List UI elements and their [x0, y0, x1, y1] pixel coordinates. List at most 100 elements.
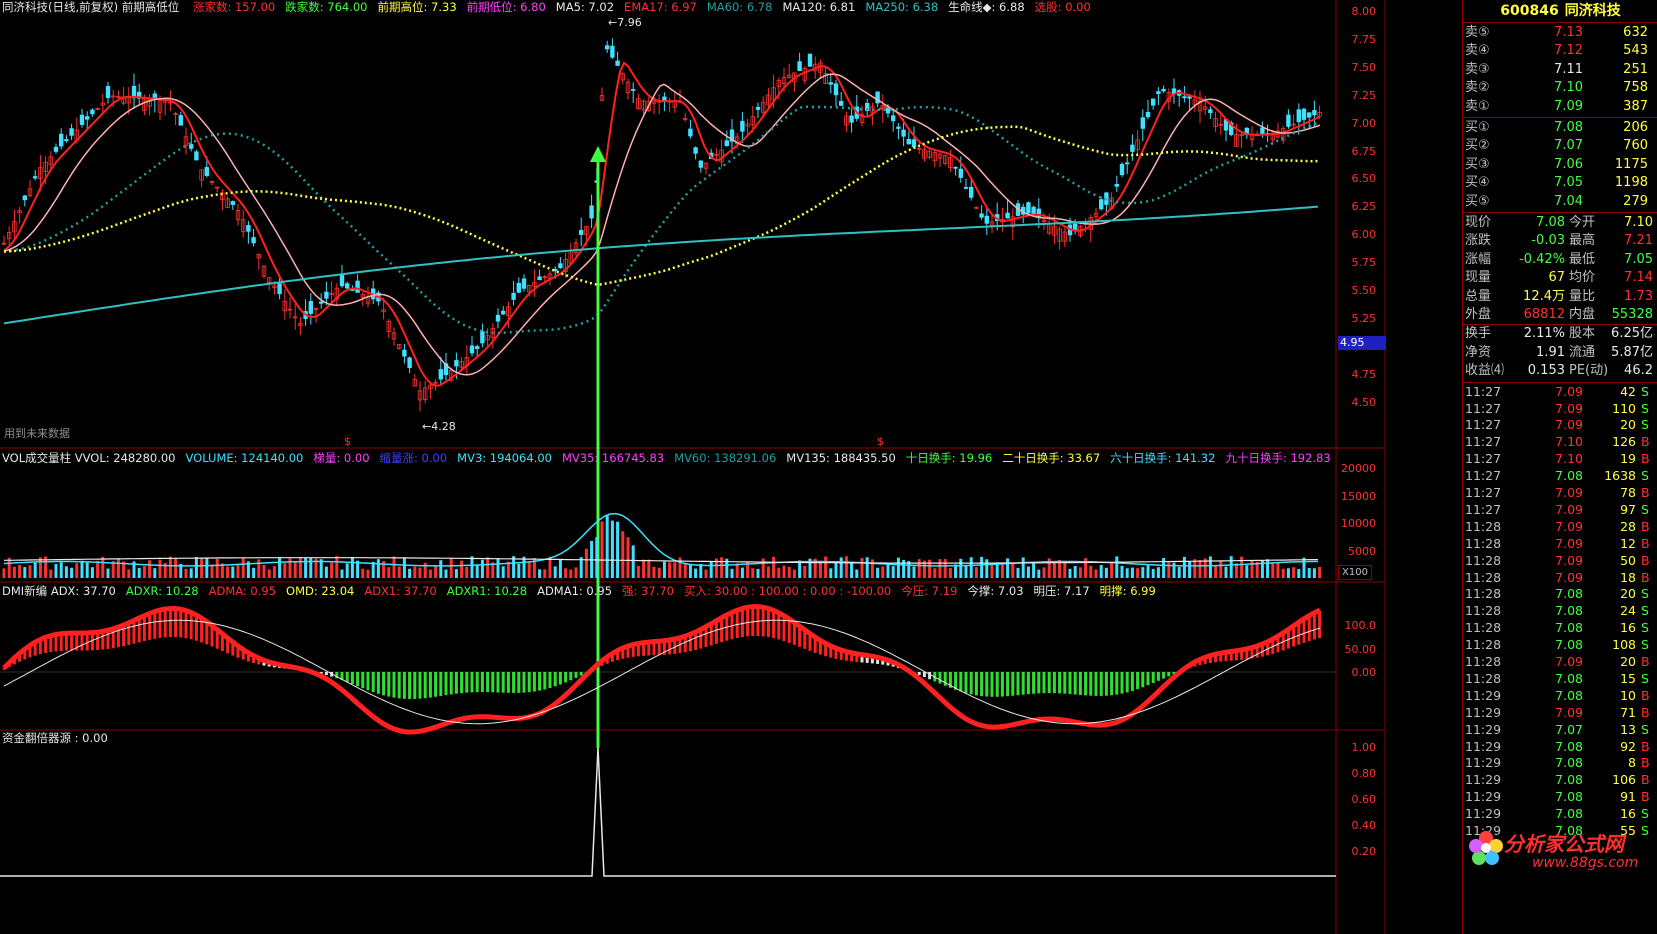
dmi-bar	[163, 609, 167, 638]
dmi-bar	[959, 672, 963, 692]
volume-indicator-value: VOLUME: 124140.00	[185, 451, 304, 465]
candle-body	[849, 115, 854, 123]
chart-area[interactable]: 同济科技(日线,前复权) 前期高低位 涨家数: 157.00 跌家数: 764.0…	[0, 0, 1420, 934]
dmi-bar	[465, 672, 469, 693]
tick-row[interactable]: 11:28 7.08 108 S	[1463, 637, 1657, 654]
tick-row[interactable]: 11:29 7.07 13 S	[1463, 722, 1657, 739]
dmi-indicator-value: DMI新编 ADX: 37.70	[2, 584, 116, 598]
volume-bar	[408, 568, 412, 578]
tick-row[interactable]: 11:28 7.09 20 B	[1463, 654, 1657, 671]
volume-bar	[865, 557, 869, 578]
tick-row[interactable]: 11:28 7.08 24 S	[1463, 603, 1657, 620]
dmi-bar	[1318, 610, 1322, 639]
tick-row[interactable]: 11:29 7.08 91 B	[1463, 789, 1657, 806]
tick-row[interactable]: 11:28 7.08 20 S	[1463, 586, 1657, 603]
dmi-bar	[543, 672, 547, 690]
volume-bar	[96, 560, 100, 578]
tick-row[interactable]: 11:29 7.08 16 S	[1463, 806, 1657, 823]
ask-row[interactable]: 卖② 7.10 758	[1463, 79, 1657, 97]
tick-row[interactable]: 11:27 7.10 19 B	[1463, 451, 1657, 468]
ask-row[interactable]: 卖⑤ 7.13 632	[1463, 24, 1657, 42]
bid-row[interactable]: 买⑤ 7.04 279	[1463, 193, 1657, 211]
volume-bar	[761, 558, 765, 578]
stat-value: 7.05	[1624, 251, 1653, 267]
tick-row[interactable]: 11:28 7.09 28 B	[1463, 519, 1657, 536]
bid-row[interactable]: 买④ 7.05 1198	[1463, 174, 1657, 192]
tick-row[interactable]: 11:29 7.08 10 B	[1463, 688, 1657, 705]
bid-row[interactable]: 买③ 7.06 1175	[1463, 156, 1657, 174]
candle-body	[64, 139, 69, 142]
volume-bar	[1286, 568, 1290, 578]
volume-bar	[127, 569, 131, 578]
tick-row[interactable]: 11:27 7.09 97 S	[1463, 502, 1657, 519]
dmi-bar	[1151, 672, 1155, 684]
dmi-bar	[350, 672, 354, 685]
stat-label: 总量	[1465, 288, 1492, 304]
ask-row[interactable]: 卖④ 7.12 543	[1463, 42, 1657, 60]
tick-side: B	[1641, 789, 1650, 805]
tick-row[interactable]: 11:29 7.09 71 B	[1463, 705, 1657, 722]
candle-body	[537, 276, 542, 281]
main-indicator-values: 涨家数: 157.00 跌家数: 764.00 前期高位: 7.33 前期低位: 6.…	[193, 0, 1101, 14]
tick-side: S	[1641, 383, 1649, 399]
tick-row[interactable]: 11:29 7.08 8 B	[1463, 755, 1657, 772]
tick-row[interactable]: 11:29 7.08 106 B	[1463, 772, 1657, 789]
ask-row[interactable]: 卖③ 7.11 251	[1463, 61, 1657, 79]
dmi-bar	[179, 609, 183, 638]
candle-body	[59, 133, 64, 147]
tick-row[interactable]: 11:28 7.08 16 S	[1463, 620, 1657, 637]
volume-bar	[558, 559, 562, 578]
stat-value: 1.73	[1624, 288, 1653, 304]
tick-row[interactable]: 11:27 7.09 20 S	[1463, 417, 1657, 434]
tick-time: 11:28	[1465, 670, 1502, 686]
dmi-indicator-value: ADXR: 10.28	[125, 584, 199, 598]
dmi-bar	[522, 672, 526, 693]
stat-value: 7.21	[1624, 233, 1653, 249]
candle-body	[828, 82, 833, 85]
volume-bar	[834, 563, 838, 578]
crosshair-price-marker: 4.95	[1338, 336, 1386, 350]
tick-row[interactable]: 11:27 7.09 78 B	[1463, 485, 1657, 502]
bid-row[interactable]: 买① 7.08 206	[1463, 119, 1657, 137]
dmi-bar	[980, 672, 984, 697]
tick-row[interactable]: 11:28 7.09 12 B	[1463, 536, 1657, 553]
tick-row[interactable]: 11:27 7.08 1638 S	[1463, 468, 1657, 485]
bid-price: 7.04	[1554, 193, 1583, 209]
bid-row[interactable]: 买② 7.07 760	[1463, 137, 1657, 155]
volume-indicator-value: 二十日换手: 33.67	[1002, 451, 1101, 465]
volume-bar	[1307, 567, 1311, 578]
volume-bar	[839, 557, 843, 578]
value-axis: 8.00 7.75 7.50 7.25 7.00 6.75 6.50 6.25 6.00 5.75…	[1330, 0, 1390, 934]
tick-row[interactable]: 11:27 7.09 42 S	[1463, 384, 1657, 401]
tick-row[interactable]: 11:29 7.08 92 B	[1463, 739, 1657, 756]
candle-body	[79, 114, 85, 125]
tick-row[interactable]: 11:28 7.08 15 S	[1463, 671, 1657, 688]
volume-bar	[194, 557, 198, 578]
volume-bar	[1292, 567, 1296, 578]
watermark-text: 分析家公式网	[1504, 832, 1624, 856]
volume-bar	[564, 568, 568, 578]
stat-value: 2.11%	[1523, 326, 1565, 342]
tick-row[interactable]: 11:27 7.10 126 B	[1463, 434, 1657, 451]
axis-tick-label: 6.50	[1351, 172, 1377, 186]
tick-time: 11:28	[1465, 637, 1502, 653]
ask-row[interactable]: 卖① 7.09 387	[1463, 98, 1657, 116]
dmi-bar	[538, 672, 542, 691]
volume-indicator-value: 六十日换手: 141.32	[1110, 451, 1216, 465]
volume-bar	[751, 568, 755, 578]
tick-price: 7.08	[1555, 755, 1583, 771]
candle-body	[521, 278, 527, 289]
volume-bar	[803, 565, 807, 578]
kline-chart-canvas[interactable]	[0, 0, 1420, 934]
fund-indicator-header: 资金翻倍器源 : 0.00	[2, 731, 118, 745]
tick-row[interactable]: 11:28 7.09 50 B	[1463, 553, 1657, 570]
tick-row[interactable]: 11:28 7.09 18 B	[1463, 570, 1657, 587]
quote-stat-row: 现价 7.08 今开 7.10	[1463, 214, 1657, 232]
volume-bar	[855, 569, 859, 578]
tick-row[interactable]: 11:27 7.09 110 S	[1463, 401, 1657, 418]
volume-bar	[772, 556, 776, 578]
volume-bar	[12, 566, 16, 578]
dmi-bar	[564, 672, 568, 683]
dmi-bar	[127, 622, 131, 645]
tick-volume: 19	[1620, 451, 1636, 467]
